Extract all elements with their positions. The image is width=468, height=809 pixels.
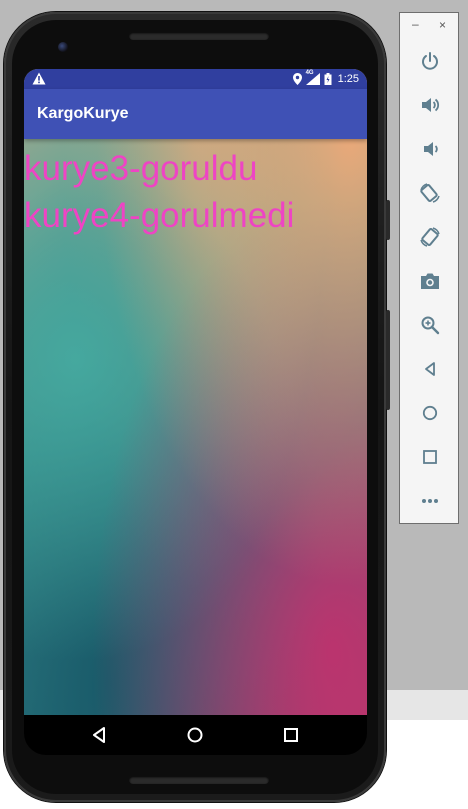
list-item[interactable]: kurye4-gorulmedi [24, 192, 294, 239]
app-toolbar: KargoKurye [24, 89, 367, 139]
status-time: 1:25 [337, 73, 359, 85]
signal-icon: 4G [305, 70, 320, 85]
app-screen: 4G 1:25 KargoKurye kurye3-goruldu kurye4… [24, 69, 367, 715]
home-icon [422, 405, 438, 421]
rotate-right-button[interactable] [417, 224, 443, 250]
rotate-left-icon [419, 182, 441, 204]
recents-icon [284, 728, 298, 742]
list-item[interactable]: kurye3-goruldu [24, 145, 294, 192]
minimize-button[interactable]: – [412, 17, 419, 31]
nav-home-button[interactable] [183, 723, 207, 747]
navigation-bar [24, 715, 367, 755]
power-side-button[interactable] [386, 200, 390, 240]
close-button[interactable]: × [439, 18, 446, 32]
volume-down-icon [420, 139, 440, 159]
panel-window-controls: – × [400, 17, 458, 33]
courier-list: kurye3-goruldu kurye4-gorulmedi [24, 145, 294, 239]
rotate-right-icon [419, 226, 441, 248]
nav-recents-button[interactable] [279, 723, 303, 747]
app-title: KargoKurye [37, 105, 129, 122]
power-button[interactable] [417, 48, 443, 74]
warning-icon [32, 72, 46, 85]
home-icon [187, 727, 203, 743]
nav-back-button[interactable] [87, 723, 111, 747]
more-icon [421, 498, 439, 504]
volume-up-icon [420, 95, 440, 115]
rotate-left-button[interactable] [417, 180, 443, 206]
overview-icon [423, 450, 437, 464]
location-icon [292, 73, 302, 85]
status-bar: 4G 1:25 [24, 69, 367, 89]
zoom-icon [420, 315, 440, 335]
more-button[interactable] [417, 488, 443, 514]
battery-icon [324, 73, 332, 85]
volume-up-button[interactable] [417, 92, 443, 118]
camera-icon [420, 272, 440, 290]
screenshot-button[interactable] [417, 268, 443, 294]
back-icon [92, 727, 106, 743]
network-type-label: 4G [305, 70, 314, 76]
earpiece-speaker [129, 32, 269, 40]
zoom-button[interactable] [417, 312, 443, 338]
panel-back-button[interactable] [417, 356, 443, 382]
back-icon [423, 361, 437, 377]
panel-overview-button[interactable] [417, 444, 443, 470]
volume-side-button[interactable] [386, 310, 390, 410]
emulator-control-panel: – × [399, 12, 459, 524]
power-icon [420, 51, 440, 71]
volume-down-button[interactable] [417, 136, 443, 162]
panel-home-button[interactable] [417, 400, 443, 426]
status-icons: 4G 1:25 [292, 69, 359, 89]
bottom-speaker [129, 776, 269, 784]
front-camera [58, 42, 68, 52]
